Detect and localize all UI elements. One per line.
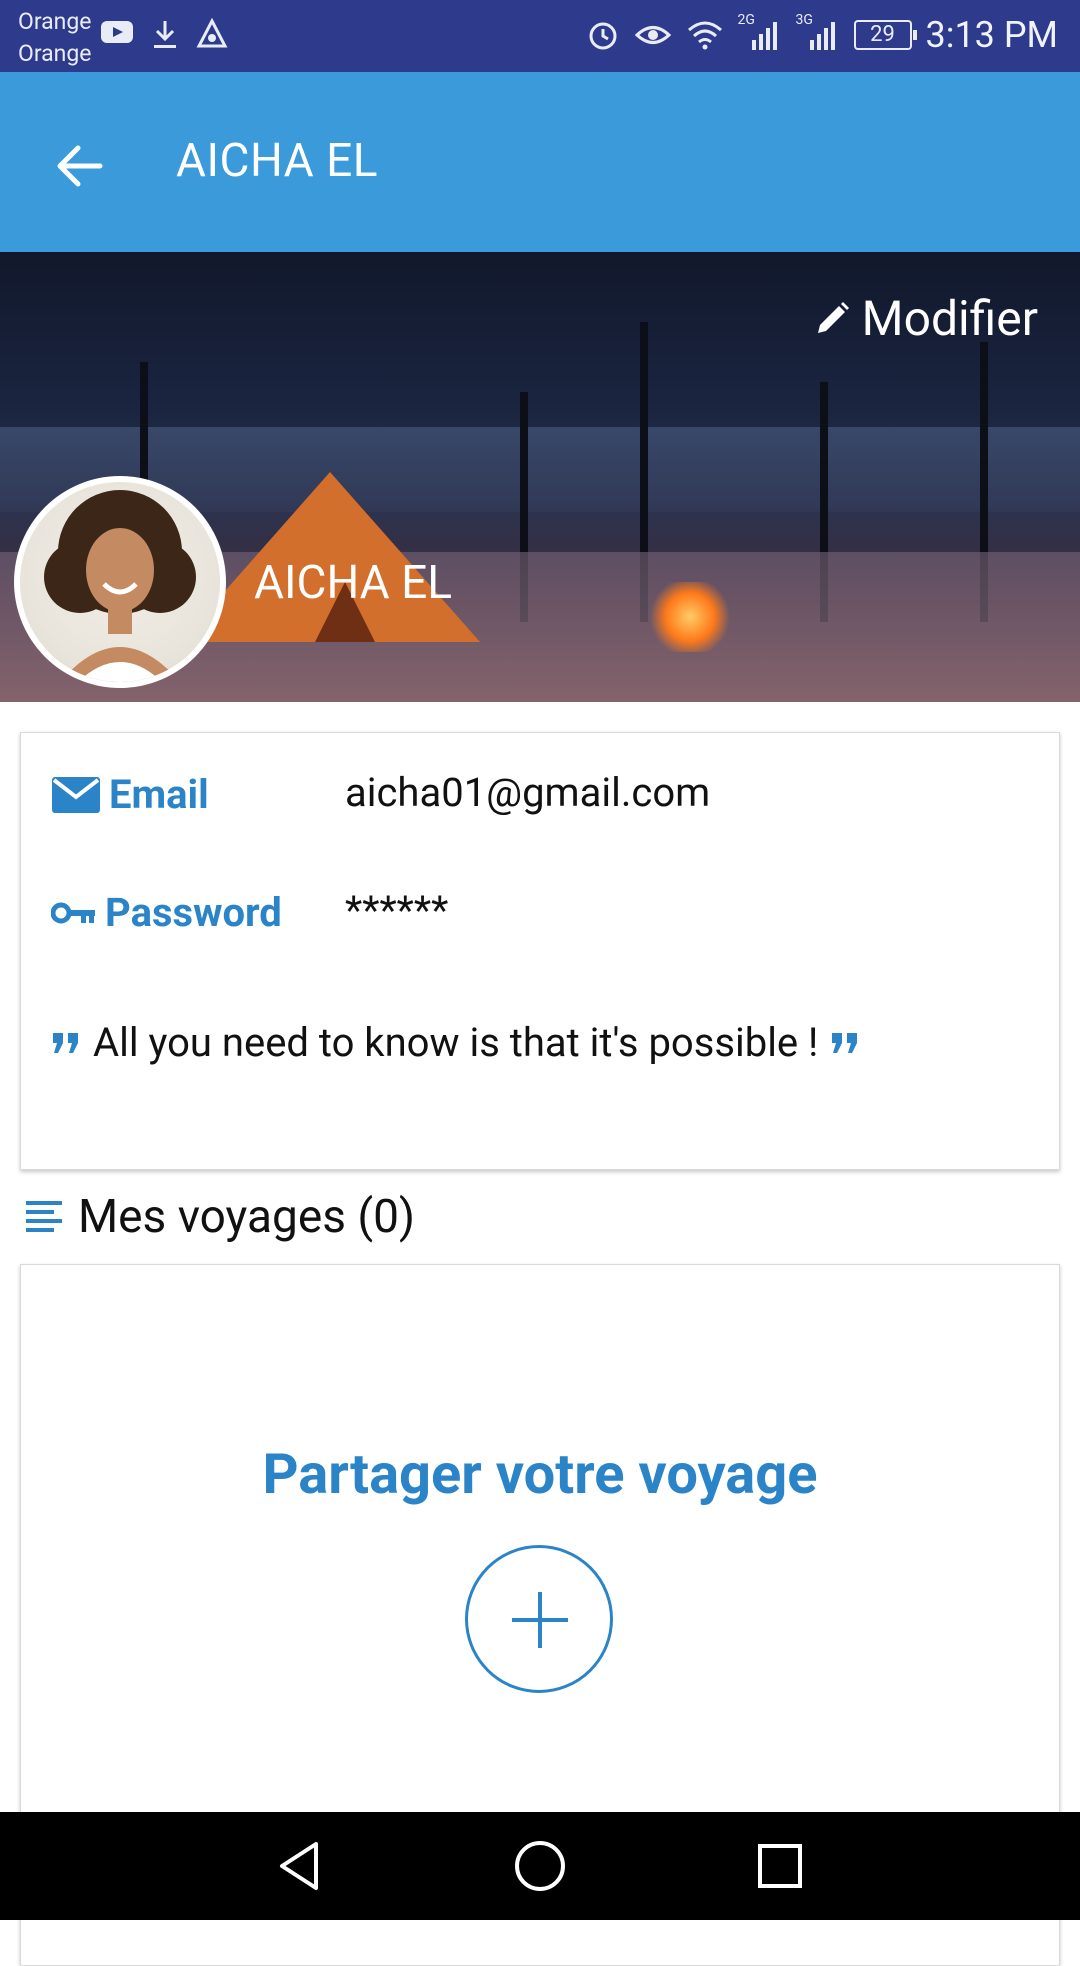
app-bar: AICHA EL [0,72,1080,252]
bio-quote: All you need to know is that it's possib… [51,1019,860,1066]
recents-square-icon[interactable] [752,1838,808,1894]
avatar[interactable] [14,476,226,688]
email-value: aicha01@gmail.com [345,769,711,816]
arrow-back-icon[interactable] [50,136,110,196]
signal-2g-icon: 2G [738,12,782,52]
key-icon [51,902,95,923]
system-nav-bar [0,1812,1080,1920]
pencil-icon [817,301,849,333]
carrier-info: Orange Orange [18,6,92,70]
quote-close-icon [832,1032,858,1053]
page-title: AICHA EL [176,134,379,188]
email-row: Email [51,771,209,818]
edit-profile-button[interactable]: Modifier [812,290,1038,347]
network-3g-label: 3G [795,12,813,28]
home-circle-icon[interactable] [512,1838,568,1894]
avatar-illustration [44,490,196,682]
mail-icon [52,776,100,813]
download-icon [154,21,176,48]
trips-header-label: Mes voyages (0) [78,1190,415,1244]
avatar-photo [20,482,220,682]
trips-section-header: Mes voyages (0) [26,1190,415,1244]
add-trip-button[interactable] [465,1545,613,1693]
password-value: ****** [345,887,449,934]
network-2g-label: 2G [737,12,755,28]
password-row: Password [51,889,282,936]
battery-icon: 29 [853,20,917,50]
edit-profile-label: Modifier [861,290,1038,347]
status-right: 2G 3G 29 3:13 PM [586,12,1059,56]
notification-icons [100,18,228,52]
carrier-name-2: Orange [18,40,92,67]
bio-text: All you need to know is that it's possib… [93,1019,819,1066]
email-label: Email [109,771,209,818]
password-label: Password [105,889,282,936]
youtube-icon [101,21,133,43]
cover-campfire [650,582,730,652]
signal-3g-icon: 3G [796,12,840,52]
profile-info-card: Email aicha01@gmail.com Password ****** … [20,732,1060,1170]
app-notification-icon [196,18,228,48]
back-triangle-icon[interactable] [272,1838,328,1894]
quote-open-icon [53,1032,78,1053]
eye-comfort-icon [634,26,671,44]
wifi-icon [687,21,722,50]
profile-name: AICHA EL [254,556,453,610]
share-trip-title: Partager votre voyage [262,1441,818,1507]
list-icon [26,1201,62,1232]
status-bar: Orange Orange 2G 3G 29 3:13 PM [0,0,1080,72]
carrier-name-1: Orange [18,8,92,35]
clock: 3:13 PM [925,14,1059,56]
alarm-icon [589,22,616,50]
